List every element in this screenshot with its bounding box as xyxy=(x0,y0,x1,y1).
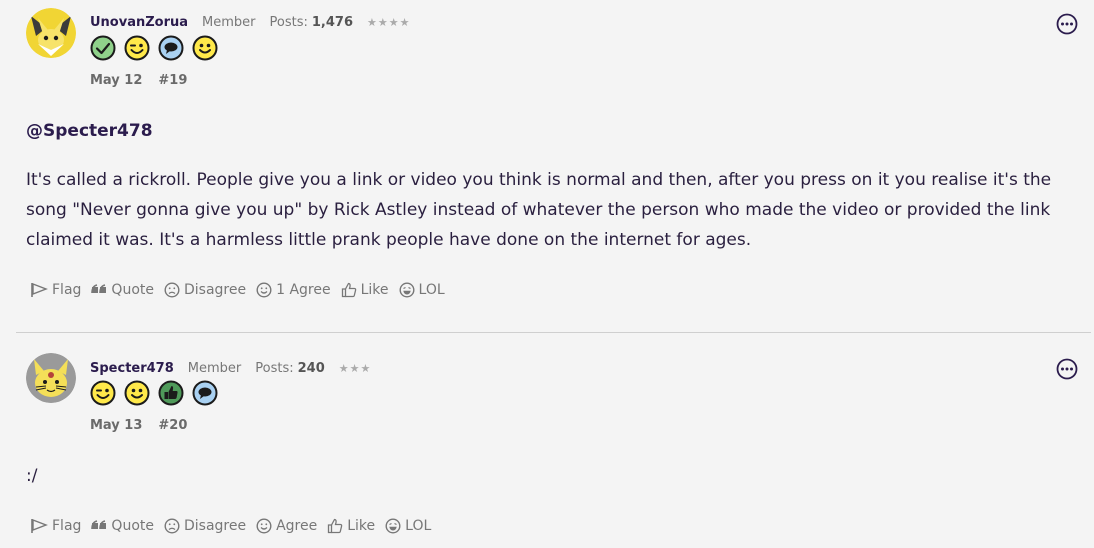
user-role: Member xyxy=(187,360,242,376)
smile-icon xyxy=(256,282,272,298)
avatar[interactable] xyxy=(26,8,76,58)
post-date[interactable]: May 13 xyxy=(90,418,142,433)
post-date[interactable]: May 12 xyxy=(90,73,142,88)
rank-stars: ★★★★ xyxy=(367,15,411,29)
rank-stars: ★★★ xyxy=(338,361,372,375)
quote-icon xyxy=(91,520,107,530)
post-actions: Flag Quote Disagree xyxy=(30,518,441,534)
post-count: 240 xyxy=(297,360,325,376)
post-text-line: :/ xyxy=(26,466,38,486)
thumbs-up-badge-icon[interactable] xyxy=(158,380,184,406)
flag-label: Flag xyxy=(52,282,82,298)
lol-button[interactable]: LOL xyxy=(399,282,445,298)
agree-label: 1 Agree xyxy=(276,282,331,298)
avatar[interactable] xyxy=(26,353,76,403)
quote-button[interactable]: Quote xyxy=(91,282,154,298)
lol-label: LOL xyxy=(405,518,432,534)
disagree-button[interactable]: Disagree xyxy=(164,282,246,298)
badge-row xyxy=(90,380,218,406)
check-badge-icon[interactable] xyxy=(90,35,116,61)
quote-button[interactable]: Quote xyxy=(91,518,154,534)
post-meta: May 12 #19 xyxy=(90,73,187,88)
frown-icon xyxy=(164,282,180,298)
flag-button[interactable]: Flag xyxy=(30,282,81,298)
post-body: :/ xyxy=(26,461,1066,491)
lol-label: LOL xyxy=(418,282,445,298)
post-19: UnovanZorua Member Posts: 1,476 ★★★★ May… xyxy=(0,0,1094,330)
thumbs-up-icon xyxy=(341,282,356,298)
thumbs-up-icon xyxy=(328,518,343,534)
user-info: UnovanZorua Member Posts: 1,476 ★★★★ xyxy=(90,12,410,32)
post-actions: Flag Quote Disagree xyxy=(30,282,455,298)
user-role: Member xyxy=(202,14,256,30)
like-button[interactable]: Like xyxy=(327,518,375,534)
disagree-label: Disagree xyxy=(183,518,247,534)
more-options-icon[interactable] xyxy=(1056,358,1078,380)
disagree-button[interactable]: Disagree xyxy=(164,518,246,534)
speech-badge-icon[interactable] xyxy=(192,380,218,406)
username[interactable]: UnovanZorua xyxy=(90,15,188,30)
user-info: Specter478 Member Posts: 240 ★★★ xyxy=(90,358,371,378)
lol-button[interactable]: LOL xyxy=(385,518,431,534)
flag-button[interactable]: Flag xyxy=(30,518,81,534)
username[interactable]: Specter478 xyxy=(90,361,174,376)
post-number[interactable]: #19 xyxy=(158,73,187,88)
agree-button[interactable]: 1 Agree xyxy=(256,282,331,298)
like-button[interactable]: Like xyxy=(341,282,389,298)
flag-icon xyxy=(31,518,48,533)
post-body: @Specter478 It's called a rickroll. Peop… xyxy=(26,116,1066,255)
user-mention[interactable]: @Specter478 xyxy=(26,116,1066,146)
smile-icon xyxy=(256,518,272,534)
post-20: Specter478 Member Posts: 240 ★★★ May 13 … xyxy=(0,334,1094,548)
post-count-label: Posts: xyxy=(269,14,308,30)
flag-label: Flag xyxy=(52,518,82,534)
laugh-icon xyxy=(399,282,415,298)
badge-row xyxy=(90,35,218,61)
like-label: Like xyxy=(347,518,376,534)
quote-label: Quote xyxy=(111,518,154,534)
laugh-icon xyxy=(385,518,401,534)
wink-badge-icon[interactable] xyxy=(124,35,150,61)
post-text-line: song "Never gonna give you up" by Rick A… xyxy=(26,200,1051,220)
more-options-icon[interactable] xyxy=(1056,13,1078,35)
post-count-label: Posts: xyxy=(255,360,294,376)
smile-badge-icon[interactable] xyxy=(192,35,218,61)
speech-badge-icon[interactable] xyxy=(158,35,184,61)
quote-label: Quote xyxy=(111,282,154,298)
like-label: Like xyxy=(360,282,389,298)
post-number[interactable]: #20 xyxy=(158,418,187,433)
post-text-line: claimed it was. It's a harmless little p… xyxy=(26,230,752,250)
disagree-label: Disagree xyxy=(183,282,247,298)
wink-badge-icon[interactable] xyxy=(90,380,116,406)
frown-icon xyxy=(164,518,180,534)
post-count: 1,476 xyxy=(311,14,354,30)
flag-icon xyxy=(31,282,48,297)
quote-icon xyxy=(91,284,107,294)
post-divider xyxy=(16,332,1091,333)
smile-badge-icon[interactable] xyxy=(124,380,150,406)
post-text-line: It's called a rickroll. People give you … xyxy=(26,170,1052,190)
post-meta: May 13 #20 xyxy=(90,418,187,433)
agree-button[interactable]: Agree xyxy=(256,518,317,534)
agree-label: Agree xyxy=(276,518,318,534)
